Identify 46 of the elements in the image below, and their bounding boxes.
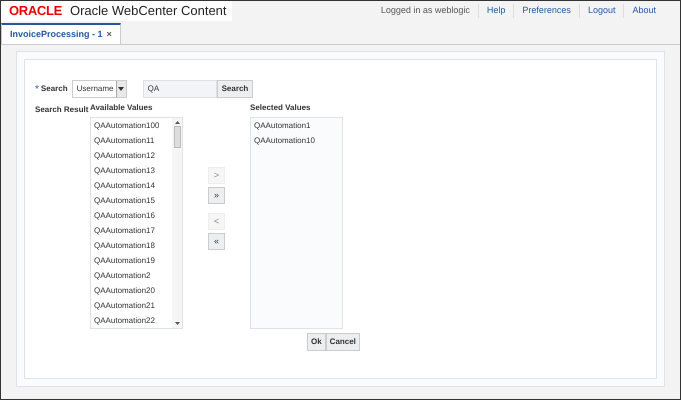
close-icon[interactable]: × bbox=[106, 28, 112, 42]
scroll-down-icon[interactable] bbox=[174, 322, 180, 325]
selected-values-list[interactable]: QAAutomation1 QAAutomation10 bbox=[250, 117, 343, 329]
list-item[interactable]: QAAutomation1 bbox=[254, 118, 342, 133]
list-item[interactable]: QAAutomation2 bbox=[94, 268, 172, 283]
move-button[interactable]: « bbox=[208, 233, 225, 250]
dialog-button[interactable]: Cancel bbox=[326, 333, 360, 351]
available-values-heading: Available Values bbox=[90, 102, 154, 114]
selected-values-heading: Selected Values bbox=[250, 102, 312, 114]
list-item[interactable]: QAAutomation20 bbox=[94, 283, 172, 298]
search-field[interactable]: QA bbox=[142, 80, 217, 98]
list-item[interactable]: QAAutomation19 bbox=[94, 253, 172, 268]
scrollbar-thumb[interactable] bbox=[174, 126, 180, 148]
list-item[interactable]: QAAutomation15 bbox=[94, 193, 172, 208]
list-item[interactable]: QAAutomation100 bbox=[94, 118, 172, 133]
product-title: Oracle WebCenter Content bbox=[70, 2, 227, 20]
list-item[interactable]: QAAutomation10 bbox=[254, 133, 342, 148]
dropdown-value: Username bbox=[76, 83, 114, 95]
user-status: Logged in as weblogic bbox=[372, 4, 479, 18]
list-item[interactable]: QAAutomation18 bbox=[94, 238, 172, 253]
search-button[interactable]: Search bbox=[216, 80, 254, 98]
oracle-logo: ORACLE bbox=[9, 2, 62, 20]
list-item[interactable]: QAAutomation16 bbox=[94, 208, 172, 223]
move-button[interactable]: » bbox=[208, 187, 225, 204]
dialog-button[interactable]: Ok bbox=[307, 333, 326, 351]
attribute-dropdown[interactable]: Username bbox=[72, 80, 127, 98]
list-item[interactable]: QAAutomation12 bbox=[94, 148, 172, 163]
scroll-up-icon[interactable] bbox=[174, 121, 180, 124]
list-item[interactable]: QAAutomation14 bbox=[94, 178, 172, 193]
document-tab[interactable]: InvoiceProcessing - 1 × bbox=[1, 23, 121, 44]
list-item[interactable]: QAAutomation17 bbox=[94, 223, 172, 238]
available-values-list[interactable] bbox=[90, 117, 183, 329]
list-item[interactable]: QAAutomation11 bbox=[94, 133, 172, 148]
header-link[interactable]: About bbox=[624, 4, 664, 18]
list-item[interactable]: QAAutomation22 bbox=[94, 313, 172, 328]
scrollbar[interactable] bbox=[172, 118, 182, 328]
header-link[interactable]: Help bbox=[478, 4, 514, 18]
list-item[interactable]: QAAutomation21 bbox=[94, 298, 172, 313]
header-link[interactable]: Logout bbox=[580, 4, 624, 18]
search-label: Search bbox=[40, 83, 68, 95]
header-link[interactable]: Preferences bbox=[514, 4, 580, 18]
dropdown-arrow-glyph-icon bbox=[118, 87, 124, 91]
required-mark: * bbox=[35, 82, 39, 96]
list-item[interactable]: QAAutomation13 bbox=[94, 163, 172, 178]
tab-label: InvoiceProcessing - 1 bbox=[10, 28, 103, 41]
search-result-label: Search Result bbox=[35, 104, 90, 116]
